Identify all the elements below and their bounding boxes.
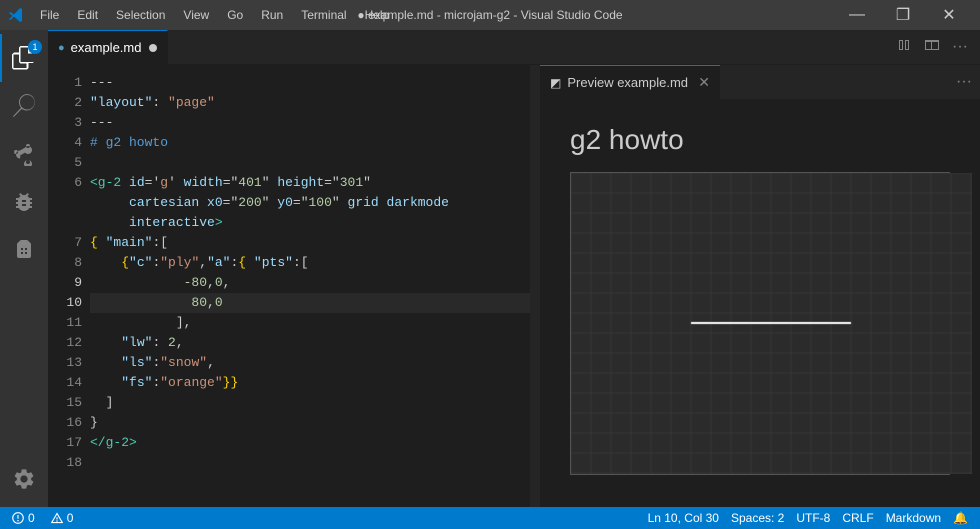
code-line-15: ] (90, 393, 530, 413)
language-mode: Markdown (886, 511, 941, 525)
titlebar: File Edit Selection View Go Run Terminal… (0, 0, 980, 30)
layout-button[interactable] (920, 35, 944, 60)
preview-more-button[interactable]: ··· (956, 73, 972, 91)
tab-file-icon: ● (58, 42, 65, 54)
code-line-6b: cartesian x0="200" y0="100" grid darkmod… (90, 193, 530, 213)
code-line-6c: interactive> (90, 213, 530, 233)
tab-label: example.md (71, 40, 142, 55)
status-position[interactable]: Ln 10, Col 30 (644, 511, 723, 525)
error-count: 0 (28, 511, 35, 525)
code-line-1: --- (90, 73, 530, 93)
vscode-logo (8, 7, 24, 23)
activity-search[interactable] (0, 82, 48, 130)
menu-file[interactable]: File (32, 6, 67, 24)
tab-bar-actions: ··· (884, 30, 980, 64)
editor-split: 1 2 3 4 5 6 7 8 9 10 11 12 13 14 15 (48, 65, 980, 507)
code-line-12: "lw": 2, (90, 333, 530, 353)
file-encoding: UTF-8 (796, 511, 830, 525)
status-right: Ln 10, Col 30 Spaces: 2 UTF-8 CRLF Markd… (644, 511, 972, 525)
preview-tab-icon: ◩ (550, 76, 561, 90)
status-errors[interactable]: 0 (8, 511, 39, 525)
menu-run[interactable]: Run (253, 6, 291, 24)
g2-canvas-container (570, 172, 950, 475)
cursor-position: Ln 10, Col 30 (648, 511, 719, 525)
menu-edit[interactable]: Edit (69, 6, 106, 24)
warning-count: 0 (67, 511, 74, 525)
preview-tab[interactable]: ◩ Preview example.md ✕ (540, 65, 720, 99)
window-title: ● example.md - microjam-g2 - Visual Stud… (357, 8, 622, 22)
status-warnings[interactable]: 0 (47, 511, 78, 525)
code-line-14: "fs":"orange"}} (90, 373, 530, 393)
code-line-16: } (90, 413, 530, 433)
code-line-11: ], (90, 313, 530, 333)
code-line-18 (90, 453, 530, 473)
status-spaces[interactable]: Spaces: 2 (727, 511, 788, 525)
minimize-button[interactable]: — (834, 0, 880, 30)
code-line-17: </g-2> (90, 433, 530, 453)
code-line-3: --- (90, 113, 530, 133)
editor-area: ● example.md ··· (48, 30, 980, 507)
code-line-4: # g2 howto (90, 133, 530, 153)
line-numbers: 1 2 3 4 5 6 7 8 9 10 11 12 13 14 15 (48, 65, 90, 507)
preview-close-button[interactable]: ✕ (698, 74, 710, 91)
g2-canvas (571, 173, 972, 474)
activity-source-control[interactable] (0, 130, 48, 178)
code-editor[interactable]: 1 2 3 4 5 6 7 8 9 10 11 12 13 14 15 (48, 65, 540, 507)
status-language[interactable]: Markdown (882, 511, 945, 525)
code-line-5 (90, 153, 530, 173)
preview-title: g2 howto (570, 124, 950, 156)
tab-dirty-indicator (149, 44, 157, 52)
menu-view[interactable]: View (175, 6, 217, 24)
close-button[interactable]: ✕ (926, 0, 972, 30)
code-line-7: { "main":[ (90, 233, 530, 253)
activity-extensions[interactable] (0, 226, 48, 274)
activity-settings[interactable] (0, 459, 48, 507)
code-line-8: {"c":"ply","a":{ "pts":[ (90, 253, 530, 273)
preview-content: g2 howto (540, 100, 980, 507)
activity-debug[interactable] (0, 178, 48, 226)
titlebar-left: File Edit Selection View Go Run Terminal… (8, 6, 397, 24)
status-encoding[interactable]: UTF-8 (792, 511, 834, 525)
menu-go[interactable]: Go (219, 6, 251, 24)
tab-bar: ● example.md ··· (48, 30, 980, 65)
status-line-ending[interactable]: CRLF (838, 511, 877, 525)
code-line-2: "layout": "page" (90, 93, 530, 113)
status-bar: 0 0 Ln 10, Col 30 Spaces: 2 UTF-8 CRLF M… (0, 507, 980, 529)
preview-actions: ··· (948, 65, 980, 99)
preview-tab-bar: ◩ Preview example.md ✕ ··· (540, 65, 980, 100)
code-content[interactable]: --- "layout": "page" --- # g2 howto <g-2… (90, 65, 530, 507)
split-editor-button[interactable] (892, 35, 916, 60)
preview-tab-label: Preview example.md (567, 75, 688, 90)
code-line-9: -80,0, (90, 273, 530, 293)
code-line-13: "ls":"snow", (90, 353, 530, 373)
status-left: 0 0 (8, 511, 77, 525)
preview-panel: ◩ Preview example.md ✕ ··· g2 howto (540, 65, 980, 507)
menu-selection[interactable]: Selection (108, 6, 173, 24)
line-ending: CRLF (842, 511, 873, 525)
tab-example-md[interactable]: ● example.md (48, 30, 168, 64)
status-feedback[interactable]: 🔔 (949, 511, 972, 525)
indentation: Spaces: 2 (731, 511, 784, 525)
more-actions-button[interactable]: ··· (948, 36, 972, 58)
code-line-6a: <g-2 id='g' width="401" height="301" (90, 173, 530, 193)
titlebar-controls: — ❐ ✕ (834, 0, 972, 30)
activity-explorer[interactable]: 1 (0, 34, 48, 82)
code-line-10: 80,0 (90, 293, 530, 313)
editor-scrollbar[interactable] (530, 65, 540, 507)
maximize-button[interactable]: ❐ (880, 0, 926, 30)
main-container: 1 (0, 30, 980, 507)
explorer-badge: 1 (28, 40, 42, 54)
titlebar-menu: File Edit Selection View Go Run Terminal… (32, 6, 397, 24)
menu-terminal[interactable]: Terminal (293, 6, 354, 24)
activity-bar: 1 (0, 30, 48, 507)
feedback-icon: 🔔 (953, 511, 968, 525)
